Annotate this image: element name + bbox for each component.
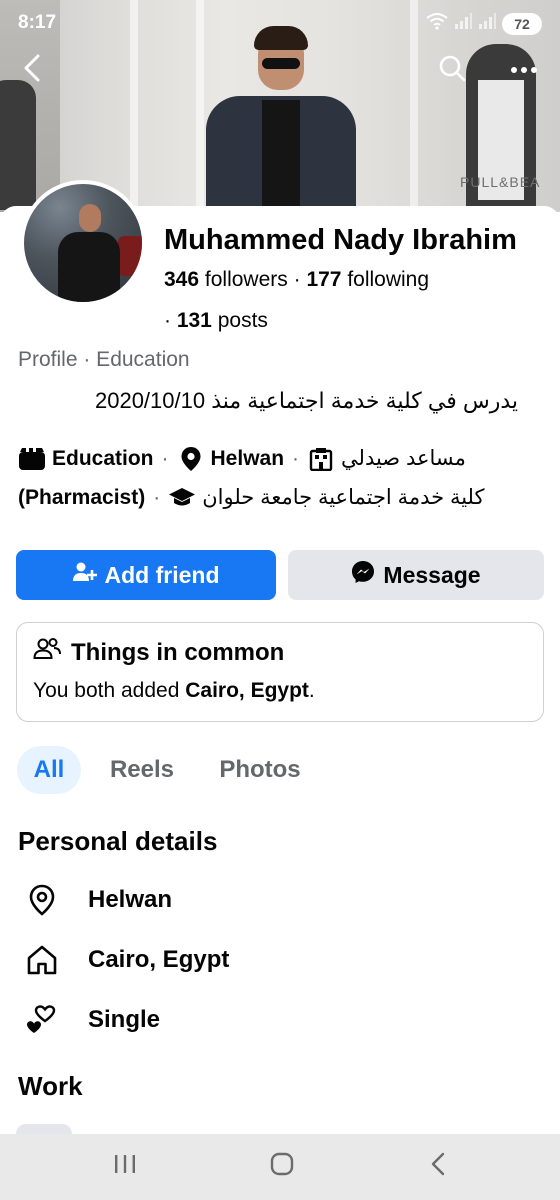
cover-person-glasses [262,58,300,69]
stats-separator: · [293,268,307,291]
status-time: 8:17 [18,12,57,33]
personal-detail-label: Cairo, Egypt [88,946,230,973]
followers-stats[interactable]: 346 followers · 177 following [164,268,429,292]
stats-separator: · [164,309,177,332]
location-label[interactable]: Helwan [211,447,285,471]
back-nav-button[interactable] [408,1146,468,1186]
graduation-cap-icon [168,486,196,510]
education-badge-icon [18,447,46,471]
chevron-left-icon [430,1152,446,1181]
separator: · [161,446,169,470]
common-text-prefix: You both added [33,679,186,702]
school-name[interactable]: كلية خدمة اجتماعية جامعة حلوان [202,485,484,510]
location-pin-icon [24,882,60,918]
add-friend-icon [72,561,97,589]
common-description: You both added Cairo, Egypt. [33,679,315,703]
posts-label: posts [217,309,268,332]
status-bar: 8:17 72 [0,0,560,48]
signal-icon [478,13,496,34]
education-label: Education [52,446,154,470]
system-nav-bar [0,1134,560,1200]
followers-count: 346 [164,268,200,291]
common-title-text: Things in common [71,638,285,666]
personal-detail-location[interactable]: Helwan [24,882,172,918]
job-title: مساعد صيدلي [341,447,466,470]
followers-label: followers [204,268,288,291]
signal-icon [454,13,472,34]
posts-stats: · 131 posts [164,309,268,333]
recent-apps-icon [114,1154,136,1179]
home-icon [24,942,60,978]
common-text-suffix: . [308,679,315,702]
search-icon [438,54,466,87]
intro-line-1: Education · Helwan · مساعد صيدلي [18,446,466,471]
message-label: Message [383,561,481,588]
tab-all[interactable]: All [17,746,81,794]
avatar-car [118,236,142,276]
separator: · [153,485,161,509]
battery-indicator: 72 [502,12,542,35]
work-title: Work [18,1071,83,1101]
cover-person-shirt [262,100,300,212]
profile-bio: يدرس في كلية خدمة اجتماعية منذ 2020/10/1… [94,388,518,413]
job-title-english: (Pharmacist) [18,485,146,509]
people-icon [33,637,61,668]
personal-detail-label: Helwan [88,886,173,913]
cover-brand-text: PULL&BEA [460,174,541,190]
tab-reels[interactable]: Reels [100,746,184,794]
common-text-bold: Cairo, Egypt [185,679,309,702]
location-pin-icon [177,446,205,471]
things-in-common-card[interactable]: Things in common You both added Cairo, E… [16,622,544,722]
avatar-head [79,204,101,232]
status-icons: 72 [426,12,542,35]
more-icon [510,61,538,79]
personal-details-title: Personal details [18,826,218,856]
wifi-icon [426,12,448,35]
search-button[interactable] [432,50,472,90]
home-button[interactable] [252,1146,312,1186]
avatar[interactable] [20,180,146,306]
home-circle-icon [270,1152,294,1181]
personal-detail-relationship[interactable]: Single [24,1002,160,1038]
separator: · [292,446,300,470]
hearts-icon [24,1002,60,1038]
back-arrow-icon [22,54,42,87]
things-in-common-title: Things in common [33,637,284,668]
tab-photos[interactable]: Photos [206,746,314,794]
avatar-body [58,232,120,302]
breadcrumb: Profile · Education [18,348,190,371]
cover-jacket [0,80,36,210]
following-label: following [347,268,430,291]
following-count: 177 [306,268,342,291]
building-icon [307,447,335,471]
profile-name: Muhammed Nady Ibrahim [164,224,517,256]
personal-detail-label: Single [88,1006,161,1033]
back-button[interactable] [12,50,52,90]
messenger-icon [351,560,375,590]
more-button[interactable] [504,50,544,90]
personal-detail-hometown[interactable]: Cairo, Egypt [24,942,229,978]
intro-line-2: (Pharmacist) · كلية خدمة اجتماعية جامعة … [18,485,485,510]
add-friend-label: Add friend [104,561,220,588]
add-friend-button[interactable]: Add friend [16,550,276,600]
posts-count: 131 [176,309,212,332]
recent-apps-button[interactable] [95,1146,155,1186]
message-button[interactable]: Message [288,550,544,600]
